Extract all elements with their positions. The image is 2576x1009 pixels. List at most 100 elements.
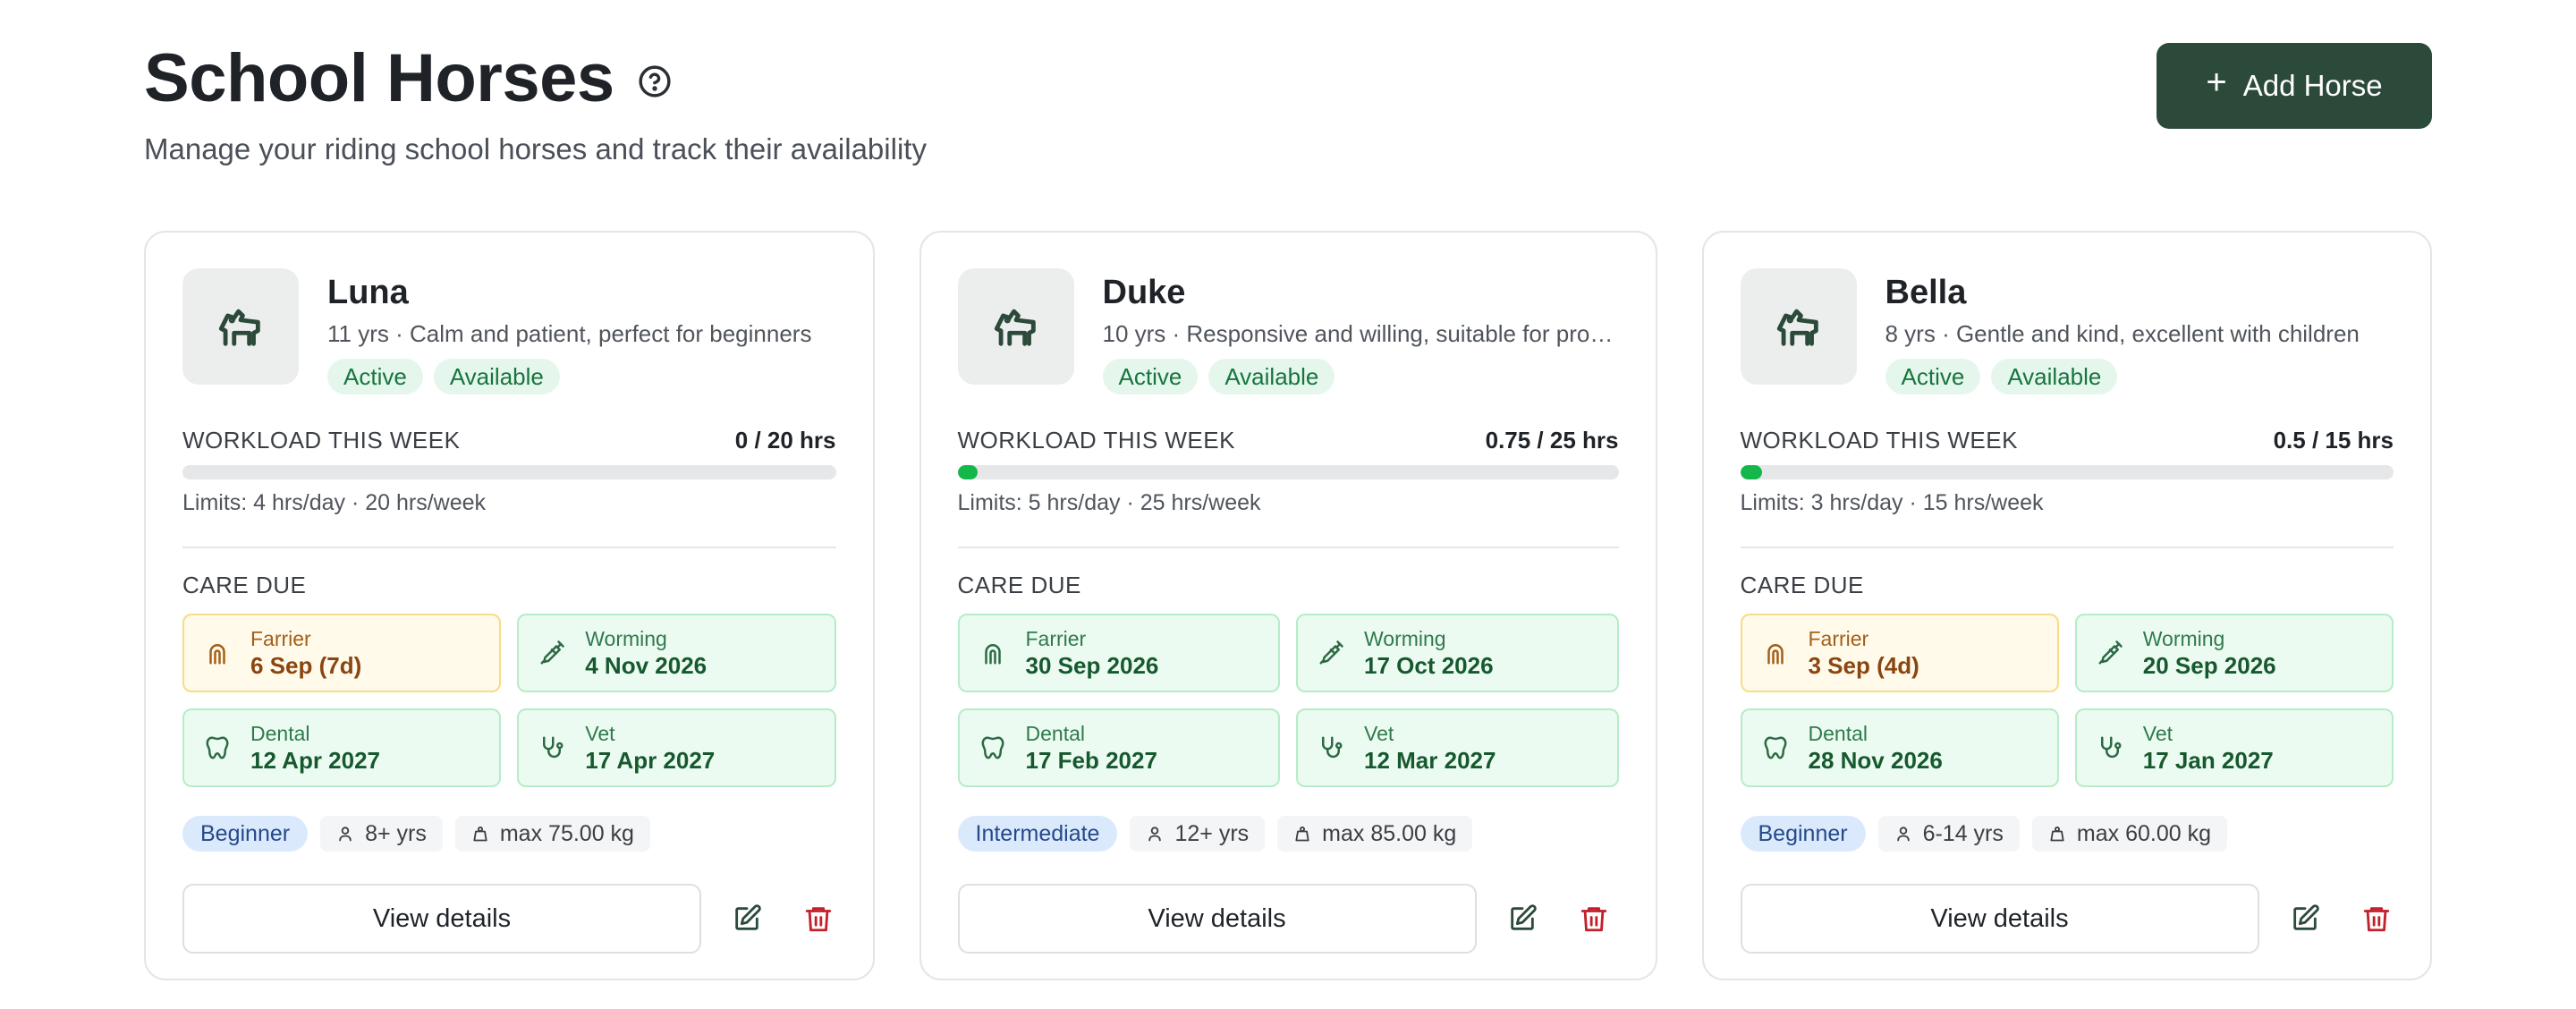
- horse-tags: Intermediate 12+ yrs max 85.00 kg: [957, 816, 1619, 852]
- workload-row: WORKLOAD THIS WEEK 0 / 20 hrs: [182, 427, 836, 454]
- help-icon[interactable]: [638, 64, 672, 98]
- divider: [957, 547, 1619, 548]
- weight-icon: [2050, 827, 2064, 842]
- care-name: Vet: [585, 722, 615, 745]
- horse-name: Duke: [1102, 274, 1186, 311]
- syringe-icon: [1318, 640, 1344, 666]
- horse-description: 11 yrs · Calm and patient, perfect for b…: [327, 320, 812, 347]
- workload-bar-fill: [957, 465, 978, 479]
- horseshoe-icon: [1762, 640, 1789, 666]
- care-text: Farrier 30 Sep 2026: [1026, 626, 1159, 680]
- horse-tags: Beginner 6-14 yrs max 60.00 kg: [1740, 816, 2394, 852]
- care-date: 4 Nov 2026: [585, 652, 708, 679]
- care-due-label: CARE DUE: [1740, 572, 1864, 598]
- care-text: Vet 17 Apr 2027: [585, 721, 715, 775]
- care-date: 17 Apr 2027: [585, 747, 716, 774]
- care-text: Dental 17 Feb 2027: [1026, 721, 1157, 775]
- rider-level-badge: Beginner: [182, 816, 309, 852]
- care-text: Dental 28 Nov 2026: [1809, 721, 1943, 775]
- care-tile-dental: Dental 28 Nov 2026: [1740, 708, 2059, 787]
- workload-section: WORKLOAD THIS WEEK 0.75 / 25 hrs Limits:…: [957, 427, 1619, 516]
- care-name: Worming: [1364, 627, 1446, 650]
- rider-level-badge: Beginner: [1740, 816, 1866, 852]
- trash-icon[interactable]: [1579, 903, 1609, 934]
- page-subtitle: Manage your riding school horses and tra…: [144, 132, 927, 165]
- workload-section: WORKLOAD THIS WEEK 0 / 20 hrs Limits: 4 …: [182, 427, 836, 516]
- status-row: Active Available: [327, 359, 836, 394]
- horse-header-text: Duke 10 yrs · Responsive and willing, su…: [1102, 268, 1619, 394]
- care-text: Worming 4 Nov 2026: [585, 626, 707, 680]
- care-name: Worming: [2142, 627, 2225, 650]
- horse-header: Duke 10 yrs · Responsive and willing, su…: [957, 268, 1619, 394]
- tooth-icon: [204, 734, 231, 761]
- horse-avatar: [1740, 268, 1857, 385]
- care-date: 17 Jan 2027: [2142, 747, 2274, 774]
- card-actions: View details: [182, 884, 836, 954]
- horse-card-list: Luna 11 yrs · Calm and patient, perfect …: [144, 231, 2432, 980]
- workload-value: 0.5 / 15 hrs: [2273, 427, 2394, 454]
- stethoscope-icon: [2097, 734, 2123, 761]
- care-text: Vet 12 Mar 2027: [1364, 721, 1496, 775]
- horse-avatar: [182, 268, 299, 385]
- max-weight-tag: max 60.00 kg: [2031, 816, 2227, 852]
- status-badge-active: Active: [1102, 359, 1199, 394]
- edit-icon[interactable]: [1507, 903, 1538, 934]
- care-text: Dental 12 Apr 2027: [250, 721, 380, 775]
- title-row: School Horses: [144, 38, 672, 120]
- stethoscope-icon: [538, 734, 565, 761]
- view-details-button[interactable]: View details: [182, 884, 701, 954]
- add-horse-button[interactable]: + Add Horse: [2157, 43, 2432, 129]
- care-grid: Farrier 3 Sep (4d) Worming 20 Sep 2026 Denta…: [1740, 614, 2394, 787]
- care-tile-farrier: Farrier 3 Sep (4d): [1740, 614, 2059, 692]
- care-due-label: CARE DUE: [182, 572, 307, 598]
- age-range-text: 6-14 yrs: [1922, 821, 2004, 846]
- horse-icon: [994, 309, 1036, 346]
- care-tile-vet: Vet 17 Apr 2027: [517, 708, 836, 787]
- page: School Horses Manage your riding school …: [0, 0, 2576, 1009]
- trash-icon[interactable]: [2361, 903, 2392, 934]
- care-date: 12 Mar 2027: [1364, 747, 1496, 774]
- horseshoe-icon: [204, 640, 231, 666]
- care-date: 6 Sep (7d): [250, 652, 362, 679]
- tooth-icon: [1762, 734, 1789, 761]
- workload-bar: [1740, 465, 2394, 479]
- view-details-button[interactable]: View details: [957, 884, 1477, 954]
- age-range-tag: 12+ yrs: [1130, 816, 1266, 852]
- status-badge-available: Available: [1991, 359, 2118, 394]
- care-date: 3 Sep (4d): [1808, 652, 1919, 679]
- page-title: School Horses: [144, 40, 614, 116]
- weight-icon: [1295, 827, 1309, 842]
- care-date: 17 Feb 2027: [1025, 747, 1157, 774]
- tooth-icon: [979, 734, 1006, 761]
- card-actions: View details: [957, 884, 1619, 954]
- care-date: 30 Sep 2026: [1025, 652, 1159, 679]
- trash-icon[interactable]: [803, 903, 834, 934]
- workload-label: WORKLOAD THIS WEEK: [1740, 427, 2018, 454]
- care-date: 28 Nov 2026: [1808, 747, 1943, 774]
- horse-tags: Beginner 8+ yrs max 75.00 kg: [182, 816, 836, 852]
- workload-label: WORKLOAD THIS WEEK: [182, 427, 461, 454]
- workload-row: WORKLOAD THIS WEEK 0.75 / 25 hrs: [958, 427, 1619, 454]
- care-text: Farrier 3 Sep (4d): [1809, 626, 1919, 680]
- person-icon: [339, 827, 352, 842]
- status-badge-available: Available: [1208, 359, 1335, 394]
- add-horse-label: Add Horse: [2242, 69, 2383, 102]
- care-text: Worming 20 Sep 2026: [2143, 626, 2276, 680]
- horse-card-bella: Bella 8 yrs · Gentle and kind, excellent…: [1701, 231, 2432, 980]
- person-icon: [1896, 827, 1910, 842]
- care-name: Worming: [585, 627, 667, 650]
- edit-icon[interactable]: [732, 903, 762, 934]
- status-row: Active Available: [1102, 359, 1619, 394]
- horse-card-duke: Duke 10 yrs · Responsive and willing, su…: [919, 231, 1657, 980]
- syringe-icon: [2097, 640, 2123, 666]
- care-text: Farrier 6 Sep (7d): [250, 626, 361, 680]
- edit-icon[interactable]: [2290, 903, 2320, 934]
- view-details-button[interactable]: View details: [1740, 884, 2259, 954]
- care-date: 20 Sep 2026: [2142, 652, 2276, 679]
- horse-description: 8 yrs · Gentle and kind, excellent with …: [1885, 320, 2360, 347]
- workload-value: 0.75 / 25 hrs: [1485, 427, 1619, 454]
- horse-avatar: [957, 268, 1074, 385]
- care-name: Farrier: [1025, 627, 1087, 650]
- weight-icon: [473, 827, 487, 842]
- horse-icon: [218, 309, 260, 346]
